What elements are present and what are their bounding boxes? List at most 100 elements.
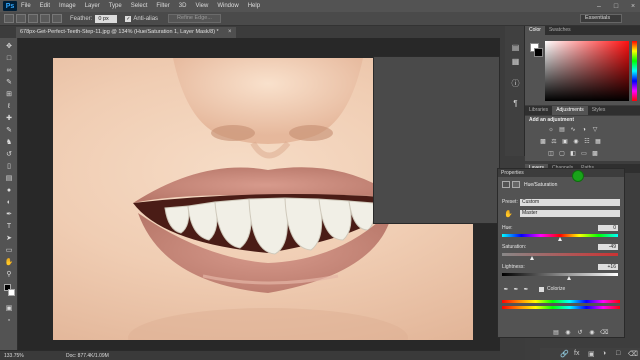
- properties-panel-icon[interactable]: ▦: [510, 56, 521, 67]
- info-panel-icon[interactable]: ⓘ: [510, 78, 521, 89]
- saturation-slider-track[interactable]: [502, 253, 618, 256]
- color-background-swatch[interactable]: [534, 48, 543, 57]
- history-brush-tool-icon[interactable]: ↺: [4, 150, 14, 160]
- canvas-area[interactable]: [18, 38, 500, 350]
- preset-select[interactable]: Custom: [520, 199, 620, 206]
- eyedropper-plus-icon[interactable]: ✒: [512, 286, 520, 294]
- path-selection-tool-icon[interactable]: ➤: [4, 234, 14, 244]
- add-selection-icon[interactable]: [28, 14, 38, 23]
- exposure-icon[interactable]: ◑: [580, 127, 588, 134]
- photo-filter-icon[interactable]: ◉: [572, 139, 580, 146]
- healing-brush-tool-icon[interactable]: ✚: [4, 114, 14, 124]
- background-color-swatch[interactable]: [8, 289, 15, 296]
- saturation-value-input[interactable]: -49: [598, 244, 618, 250]
- targeted-adjustment-hand-icon[interactable]: ✋: [504, 210, 513, 218]
- eyedropper-minus-icon[interactable]: ✒: [522, 286, 530, 294]
- add-mask-icon[interactable]: ▣: [588, 350, 595, 358]
- menu-3d[interactable]: 3D: [179, 3, 187, 9]
- menu-edit[interactable]: Edit: [40, 3, 50, 9]
- refine-edge-button[interactable]: Refine Edge...: [168, 14, 221, 23]
- zoom-tool-icon[interactable]: ⚲: [4, 270, 14, 280]
- channel-mixer-icon[interactable]: ☷: [583, 139, 591, 146]
- crop-tool-icon[interactable]: ⊞: [4, 90, 14, 100]
- curves-icon[interactable]: ∿: [569, 127, 577, 134]
- view-previous-icon[interactable]: ◉: [564, 329, 572, 337]
- close-icon[interactable]: ×: [626, 1, 640, 11]
- menu-type[interactable]: Type: [109, 3, 122, 9]
- document-size-info[interactable]: Doc: 877.4K/1.09M: [66, 353, 109, 359]
- intersect-selection-icon[interactable]: [52, 14, 62, 23]
- layer-style-icon[interactable]: fx: [574, 350, 579, 357]
- vibrance-icon[interactable]: ▽: [591, 127, 599, 134]
- marquee-tool-icon[interactable]: □: [4, 54, 14, 64]
- clone-stamp-tool-icon[interactable]: ♞: [4, 138, 14, 148]
- lightness-value-input[interactable]: +16: [598, 264, 618, 270]
- posterize-icon[interactable]: ▢: [558, 151, 566, 158]
- levels-icon[interactable]: ▤: [558, 127, 566, 134]
- tab-libraries[interactable]: Libraries: [525, 106, 552, 115]
- quick-mask-icon[interactable]: ▣: [4, 304, 14, 314]
- menu-file[interactable]: File: [21, 3, 31, 9]
- screen-mode-icon[interactable]: ▫: [4, 316, 14, 326]
- invert-icon[interactable]: ◫: [547, 151, 555, 158]
- menu-image[interactable]: Image: [59, 3, 76, 9]
- menu-filter[interactable]: Filter: [156, 3, 169, 9]
- color-lookup-icon[interactable]: ▦: [594, 139, 602, 146]
- menu-help[interactable]: Help: [248, 3, 260, 9]
- paragraph-panel-icon[interactable]: ¶: [510, 98, 521, 109]
- saturation-slider-thumb[interactable]: [529, 256, 534, 260]
- new-fill-layer-icon[interactable]: ◑: [602, 350, 606, 357]
- tab-styles[interactable]: Styles: [588, 106, 610, 115]
- lasso-tool-preset-icon[interactable]: [4, 14, 14, 23]
- tab-close-icon[interactable]: ×: [228, 27, 232, 38]
- gradient-map-icon[interactable]: ▭: [580, 151, 588, 158]
- hue-slider-thumb[interactable]: [558, 237, 562, 241]
- feather-input[interactable]: 0 px: [95, 14, 118, 23]
- menu-window[interactable]: Window: [217, 3, 238, 9]
- workspace-select[interactable]: Essentials: [580, 14, 622, 23]
- link-layers-icon[interactable]: 🔗: [560, 350, 569, 358]
- menu-select[interactable]: Select: [131, 3, 148, 9]
- hue-value-input[interactable]: 0: [598, 225, 618, 231]
- hue-strip[interactable]: [632, 41, 637, 101]
- properties-title[interactable]: Properties: [498, 169, 624, 177]
- tab-swatches[interactable]: Swatches: [545, 26, 575, 35]
- threshold-icon[interactable]: ◧: [569, 151, 577, 158]
- minimize-icon[interactable]: –: [592, 1, 606, 11]
- menu-view[interactable]: View: [195, 3, 208, 9]
- zoom-level[interactable]: 133.75%: [0, 353, 26, 359]
- colorize-checkbox[interactable]: [539, 287, 544, 292]
- shape-tool-icon[interactable]: ▭: [4, 246, 14, 256]
- tab-adjustments[interactable]: Adjustments: [552, 106, 588, 115]
- mask-icon[interactable]: [512, 181, 520, 188]
- lightness-slider-track[interactable]: [502, 273, 618, 276]
- color-balance-icon[interactable]: ⚖: [550, 139, 558, 146]
- history-panel-icon[interactable]: ▤: [510, 42, 521, 53]
- new-selection-icon[interactable]: [16, 14, 26, 23]
- eraser-tool-icon[interactable]: ▯: [4, 162, 14, 172]
- eyedropper-tool-icon[interactable]: ℓ: [4, 102, 14, 112]
- black-white-icon[interactable]: ▣: [561, 139, 569, 146]
- brush-tool-icon[interactable]: ✎: [4, 126, 14, 136]
- clip-to-layer-icon[interactable]: ▤: [552, 329, 560, 337]
- trash-icon[interactable]: ⌫: [628, 350, 638, 358]
- lasso-tool-icon[interactable]: ∞: [4, 66, 14, 76]
- selective-color-icon[interactable]: ▩: [591, 151, 599, 158]
- pen-tool-icon[interactable]: ✒: [4, 210, 14, 220]
- move-tool-icon[interactable]: ✥: [4, 42, 14, 52]
- menu-layer[interactable]: Layer: [85, 3, 100, 9]
- gradient-tool-icon[interactable]: ▤: [4, 174, 14, 184]
- lightness-slider-thumb[interactable]: [567, 276, 572, 280]
- color-field[interactable]: [545, 41, 629, 101]
- eyedropper-icon[interactable]: ✒: [502, 286, 510, 294]
- brightness-icon[interactable]: ☼: [547, 127, 555, 134]
- channel-select[interactable]: Master: [520, 210, 620, 217]
- dodge-tool-icon[interactable]: ◐: [4, 198, 14, 208]
- document-tab[interactable]: 678px-Get-Perfect-Teeth-Step-11.jpg @ 13…: [16, 27, 236, 38]
- quick-select-tool-icon[interactable]: ✎: [4, 78, 14, 88]
- delete-icon[interactable]: ⌫: [600, 329, 608, 337]
- reset-icon[interactable]: ↺: [576, 329, 584, 337]
- type-tool-icon[interactable]: T: [4, 222, 14, 232]
- antialias-checkbox[interactable]: ✓: [125, 15, 132, 22]
- tab-color[interactable]: Color: [525, 26, 545, 35]
